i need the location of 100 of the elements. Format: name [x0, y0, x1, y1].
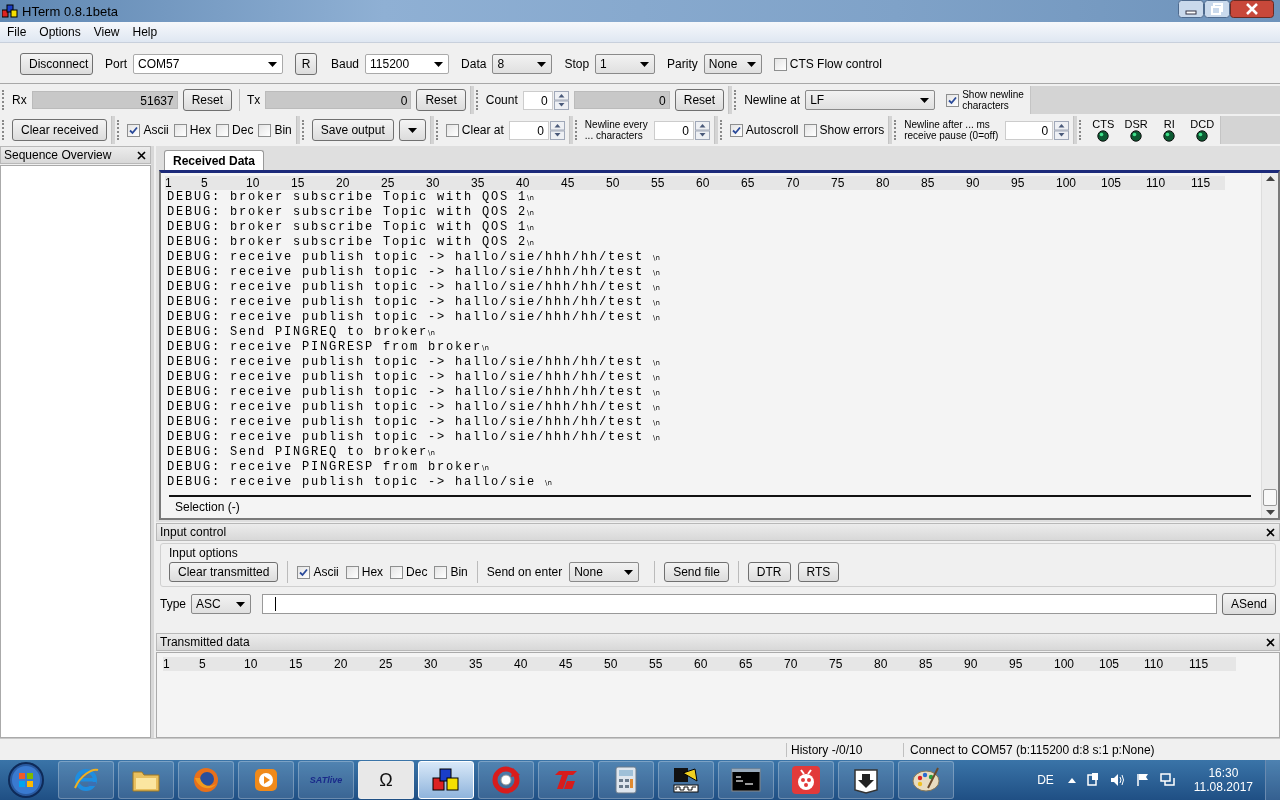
- parity-dropdown[interactable]: None: [703, 54, 762, 74]
- format-checkbox[interactable]: Bin: [434, 565, 468, 579]
- data-bits-dropdown[interactable]: 8: [492, 54, 553, 74]
- clock[interactable]: 16:30 11.08.2017: [1193, 766, 1253, 794]
- caret-icon: [537, 61, 547, 67]
- speaker-icon[interactable]: [1109, 773, 1126, 787]
- tab[interactable]: Received Data: [164, 150, 265, 170]
- menu-item[interactable]: Help: [125, 25, 164, 39]
- cts-flow-checkbox[interactable]: CTS Flow control: [773, 57, 882, 71]
- reset-button[interactable]: Reset: [182, 89, 233, 111]
- dtr-button[interactable]: DTR: [747, 562, 791, 582]
- format-checkbox[interactable]: Hex: [173, 123, 212, 137]
- spin-buttons[interactable]: [553, 90, 569, 110]
- palette-icon: [911, 766, 941, 794]
- selection-label: Selection (-): [174, 499, 241, 514]
- ruler-number: 20: [334, 657, 349, 671]
- clear-transmitted-button[interactable]: Clear transmitted: [169, 562, 279, 582]
- save-options-button[interactable]: [398, 119, 426, 141]
- input-field[interactable]: [262, 594, 1217, 614]
- reset-button[interactable]: Reset: [674, 89, 725, 111]
- format-checkbox[interactable]: Hex: [345, 565, 384, 579]
- clear-received-button[interactable]: Clear received: [12, 119, 108, 141]
- close-icon[interactable]: [137, 150, 146, 160]
- send-file-button[interactable]: Send file: [664, 562, 729, 582]
- ruler-number: 25: [379, 657, 394, 671]
- type-dropdown[interactable]: ASC: [191, 594, 251, 614]
- number-field[interactable]: 0: [522, 90, 553, 110]
- caret-icon: [640, 61, 650, 67]
- caret-icon: [746, 61, 756, 67]
- save-output-button[interactable]: Save output: [311, 119, 394, 141]
- ruler-number: 50: [606, 176, 621, 190]
- field-label: Port: [105, 57, 127, 71]
- taskbar-button[interactable]: [718, 761, 774, 799]
- scroll-down-icon[interactable]: [1265, 510, 1275, 515]
- ruler-number: 100: [1054, 657, 1076, 671]
- stop-bits-dropdown[interactable]: 1: [595, 54, 656, 74]
- ruler-number: 10: [244, 657, 259, 671]
- ruler-number: 10: [246, 176, 261, 190]
- minimize-button[interactable]: [1178, 0, 1204, 18]
- caret-icon[interactable]: [1067, 777, 1076, 783]
- close-icon[interactable]: [1266, 637, 1275, 647]
- number-field[interactable]: 0: [653, 120, 694, 140]
- taskbar-button[interactable]: Ω: [358, 761, 414, 799]
- start-button[interactable]: [6, 760, 46, 800]
- ruler-number: 55: [651, 176, 666, 190]
- spin-buttons[interactable]: [694, 120, 710, 140]
- number-field[interactable]: 0: [1005, 120, 1054, 140]
- autoscroll-checkbox[interactable]: Autoscroll: [729, 123, 799, 137]
- network-icon[interactable]: [1159, 773, 1176, 787]
- ruler-number: 15: [291, 176, 306, 190]
- spin-buttons[interactable]: [1054, 120, 1070, 140]
- close-icon[interactable]: [1266, 527, 1275, 537]
- baud-dropdown[interactable]: 115200: [365, 54, 450, 74]
- show-errors-checkbox[interactable]: Show errors: [803, 123, 885, 137]
- clear-at-checkbox[interactable]: Clear at: [445, 123, 504, 137]
- menu-item[interactable]: View: [86, 25, 126, 39]
- spin-buttons[interactable]: [549, 120, 565, 140]
- squares-icon: [431, 767, 461, 793]
- show-newline-checkbox[interactable]: Show newline characters: [946, 89, 1027, 111]
- menu-item[interactable]: Options: [32, 25, 87, 39]
- caret-icon: [236, 601, 245, 607]
- signal-label: RI: [1163, 118, 1175, 130]
- number-field[interactable]: 0: [508, 120, 549, 140]
- taskbar-button[interactable]: [838, 761, 894, 799]
- refresh-button[interactable]: R: [295, 53, 317, 75]
- close-button[interactable]: [1230, 0, 1274, 18]
- scroll-thumb[interactable]: [1263, 489, 1277, 506]
- format-checkbox[interactable]: Dec: [216, 123, 254, 137]
- taskbar-button[interactable]: [658, 761, 714, 799]
- language-indicator[interactable]: DE: [1037, 773, 1054, 787]
- log-line: DEBUG: receive publish topic -> hallo/sie/hhh/hh/test: [167, 295, 646, 310]
- download-icon: [853, 766, 879, 794]
- flag-icon[interactable]: [1135, 773, 1150, 787]
- group-title: Input options: [169, 546, 239, 560]
- log-line: DEBUG: receive publish topic -> hallo/sie/hhh/hh/test: [167, 370, 646, 385]
- ruler-number: 25: [381, 176, 396, 190]
- disconnect-button[interactable]: Disconnect: [20, 53, 93, 75]
- format-checkbox[interactable]: Ascii: [127, 123, 169, 137]
- format-checkbox[interactable]: Bin: [258, 123, 292, 137]
- device-icon[interactable]: [1085, 772, 1100, 788]
- status-text: Connect to COM57 (b:115200 d:8 s:1 p:None): [903, 742, 1280, 757]
- rts-button[interactable]: RTS: [797, 562, 840, 582]
- field-label: Count: [485, 93, 518, 107]
- reset-button[interactable]: Reset: [416, 89, 466, 111]
- format-checkbox[interactable]: Ascii: [297, 565, 339, 579]
- send-on-enter-dropdown[interactable]: None: [569, 562, 640, 582]
- format-checkbox[interactable]: Dec: [390, 565, 428, 579]
- rx-counter: 51637: [31, 91, 178, 109]
- newline-dropdown[interactable]: LF: [805, 90, 936, 110]
- taskbar-button[interactable]: [478, 761, 534, 799]
- log-line: DEBUG: receive PINGRESP from broker: [167, 340, 483, 355]
- send-button[interactable]: ASend: [1221, 593, 1276, 615]
- restore-button[interactable]: [1204, 0, 1230, 18]
- scrollbar[interactable]: [1261, 173, 1278, 518]
- menu-item[interactable]: File: [0, 25, 33, 39]
- port-dropdown[interactable]: COM57: [133, 54, 283, 74]
- log-line: DEBUG: receive publish topic -> hallo/sie/hhh/hh/test: [167, 400, 646, 415]
- scroll-up-icon[interactable]: [1265, 176, 1275, 181]
- taskbar-button[interactable]: [418, 761, 474, 799]
- field-label: Data: [461, 57, 487, 71]
